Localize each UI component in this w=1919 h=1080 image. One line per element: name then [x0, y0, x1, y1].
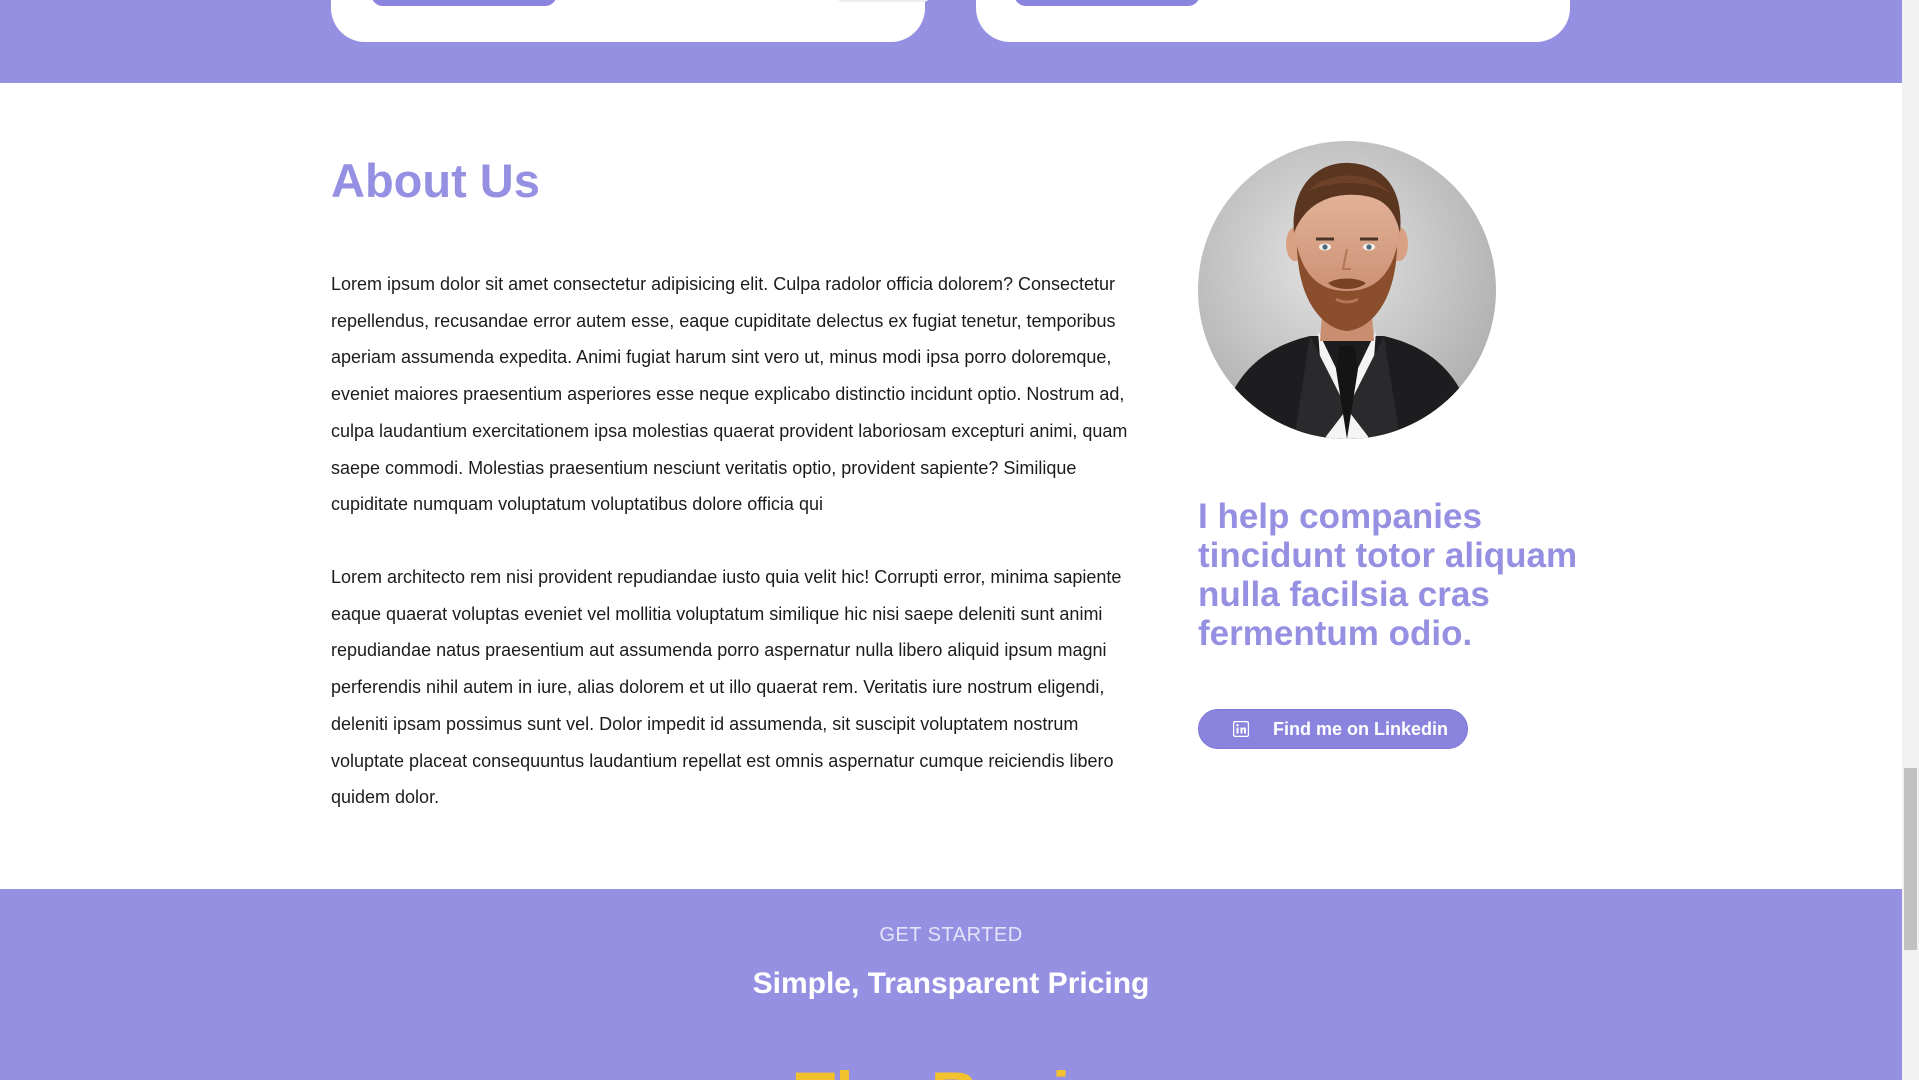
- scrollbar-thumb[interactable]: [1904, 768, 1917, 950]
- about-title: About Us: [331, 154, 540, 207]
- service-card: [331, 0, 931, 42]
- linkedin-button-label: Find me on Linkedin: [1273, 718, 1448, 739]
- about-paragraph: Lorem ipsum dolor sit amet consectetur a…: [331, 274, 1128, 515]
- card-button[interactable]: [1014, 0, 1200, 6]
- tagline: I help companies tincidunt totor aliquam…: [1198, 497, 1578, 653]
- pricing-title: Simple, Transparent Pricing: [752, 967, 1150, 1000]
- pricing-eyebrow: GET STARTED: [879, 924, 1023, 946]
- about-paragraph: Lorem architecto rem nisi provident repu…: [331, 567, 1122, 808]
- pricing-section: GET STARTED Simple, Transparent Pricing …: [0, 889, 1902, 1080]
- card-badge: [835, 0, 931, 2]
- plan-name: The Basic: [0, 1057, 1902, 1080]
- page: About Us Lorem ipsum dolor sit amet cons…: [0, 0, 1919, 1080]
- scrollbar[interactable]: [1902, 0, 1919, 1080]
- linkedin-icon: [1233, 721, 1249, 737]
- linkedin-button[interactable]: Find me on Linkedin: [1198, 709, 1468, 749]
- service-card: [976, 0, 1570, 42]
- profile-photo: [1198, 141, 1496, 439]
- card-button[interactable]: [371, 0, 557, 6]
- services-section-bottom: [0, 0, 1902, 83]
